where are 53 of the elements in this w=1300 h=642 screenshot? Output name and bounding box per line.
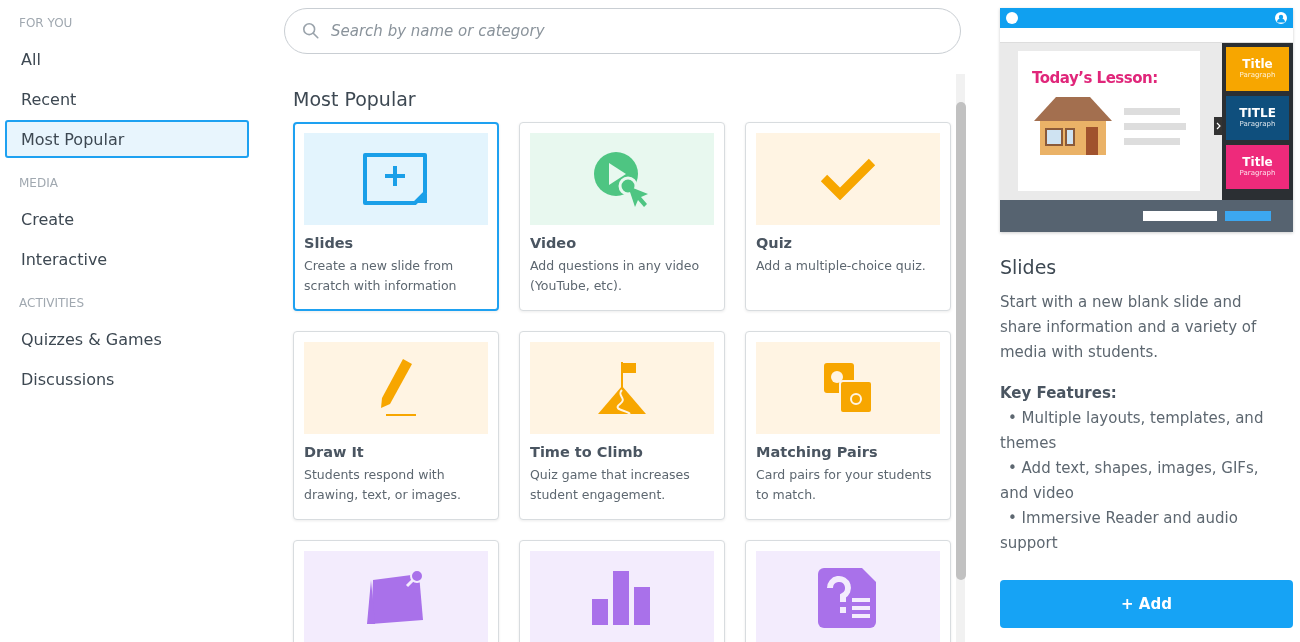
activity-card[interactable]: Video Add questions in any video (YouTube, etc). bbox=[519, 122, 725, 311]
activity-card[interactable]: Quiz Add a multiple-choice quiz. bbox=[745, 122, 951, 311]
theme-title: Title bbox=[1242, 58, 1273, 71]
footer-button-drawing bbox=[1225, 211, 1271, 221]
detail-description: Start with a new blank slide and share information and a variety of media with students. bbox=[1000, 292, 1258, 363]
slide-add-icon bbox=[362, 152, 430, 206]
feature-item: • Add text, shapes, images, GIFs, and video bbox=[1000, 458, 1260, 504]
search-icon bbox=[302, 22, 320, 40]
card-title: Video bbox=[530, 235, 578, 251]
feature-item: • Immersive Reader and audio support bbox=[1000, 508, 1239, 554]
section-title: Most Popular bbox=[293, 88, 417, 110]
card-description: Add a multiple-choice quiz. bbox=[756, 257, 927, 275]
sidebar-item[interactable]: Discussions bbox=[5, 360, 249, 398]
sidebar-item[interactable]: Quizzes & Games bbox=[5, 320, 249, 358]
card-description: Add questions in any video (YouTube, etc). bbox=[530, 257, 701, 295]
section-heading: FOR YOU bbox=[18, 16, 74, 32]
features-heading: Key Features: bbox=[1000, 383, 1118, 404]
card-title: Draw It bbox=[304, 444, 365, 460]
scrollbar[interactable] bbox=[956, 74, 965, 642]
card-title: Matching Pairs bbox=[756, 444, 879, 460]
feature-item: • Multiple layouts, templates, and themes bbox=[1000, 408, 1265, 454]
card-title: Quiz bbox=[756, 235, 794, 251]
card-title: Time to Climb bbox=[530, 444, 644, 460]
logo-icon bbox=[1006, 12, 1018, 24]
cards-icon bbox=[822, 361, 874, 415]
activity-card[interactable]: Matching Pairs Card pairs for your students to match. bbox=[745, 331, 951, 520]
sidebar-item[interactable]: Create bbox=[5, 200, 249, 238]
question-document-icon bbox=[818, 566, 878, 628]
card-description: Card pairs for your students to match. bbox=[756, 466, 933, 504]
card-title: Slides bbox=[304, 235, 355, 251]
sidebar-item[interactable]: Recent bbox=[5, 80, 249, 118]
slide-heading: Today’s Lesson: bbox=[1032, 69, 1159, 87]
section-heading: MEDIA bbox=[18, 176, 59, 192]
checkmark-icon bbox=[820, 158, 876, 200]
detail-title: Slides bbox=[1000, 256, 1058, 278]
card-description: Quiz game that increases student engagement. bbox=[530, 466, 691, 504]
activity-card[interactable]: Slides Create a new slide from scratch with information bbox=[293, 122, 499, 311]
activity-card[interactable]: Draw It Students respond with drawing, text, or images. bbox=[293, 331, 499, 520]
text-lines-drawing bbox=[1124, 107, 1186, 145]
mountain-flag-icon bbox=[596, 360, 648, 416]
theme-title: TITLE bbox=[1239, 107, 1276, 120]
card-description: Create a new slide from scratch with information bbox=[304, 257, 458, 295]
activity-card[interactable]: Time to Climb Quiz game that increases student engagement. bbox=[519, 331, 725, 520]
user-icon bbox=[1275, 12, 1287, 24]
sidebar-item[interactable]: All bbox=[5, 40, 249, 78]
card-description: Students respond with drawing, text, or images. bbox=[304, 466, 463, 504]
house-icon bbox=[1032, 95, 1114, 157]
sidebar-item[interactable]: Interactive bbox=[5, 240, 249, 278]
section-heading: ACTIVITIES bbox=[18, 296, 86, 312]
search-field[interactable]: Search by name or category bbox=[284, 8, 961, 54]
theme-title: Title bbox=[1242, 156, 1273, 169]
bar-chart-icon bbox=[592, 569, 652, 625]
sidebar-item[interactable]: Most Popular bbox=[5, 120, 249, 158]
